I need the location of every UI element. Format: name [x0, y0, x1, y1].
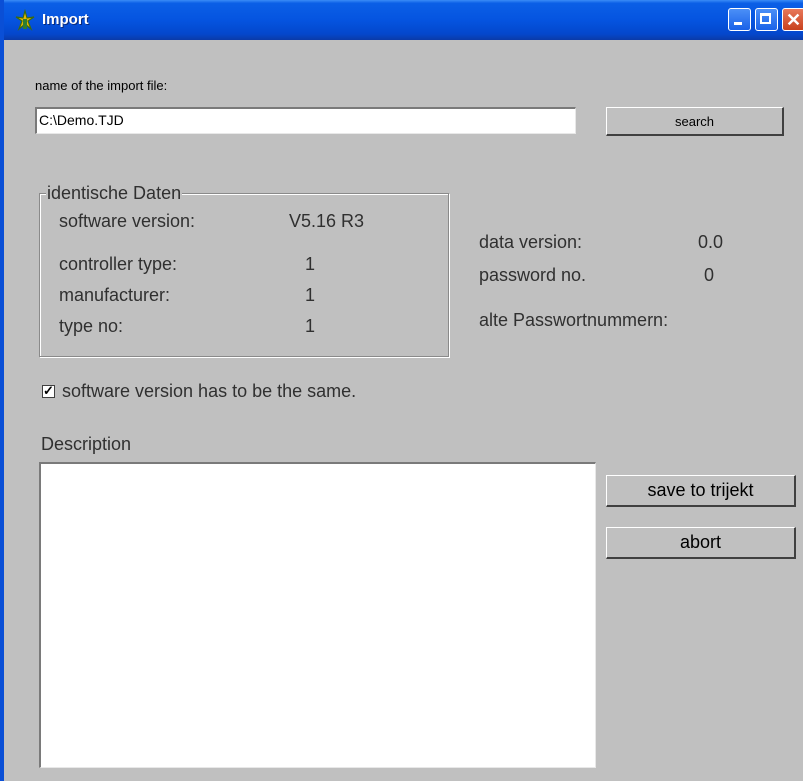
- password-label: password no.: [479, 265, 587, 285]
- data-version-value: 0.0: [698, 232, 724, 252]
- import-file-label: name of the import file:: [35, 78, 168, 93]
- minimize-icon: [734, 22, 742, 25]
- close-icon: ✕: [786, 10, 802, 30]
- password-value: 0: [704, 265, 715, 285]
- old-passwords-label: alte Passwortnummern:: [479, 310, 669, 330]
- type-no-label: type no:: [59, 316, 124, 336]
- abort-button[interactable]: abort: [606, 527, 796, 559]
- software-version-label: software version:: [59, 211, 196, 231]
- description-textarea[interactable]: [39, 462, 596, 768]
- save-to-trijekt-button[interactable]: save to trijekt: [606, 475, 796, 507]
- manufacturer-label: manufacturer:: [59, 285, 171, 305]
- data-version-label: data version:: [479, 232, 583, 252]
- identical-data-title: identische Daten: [46, 183, 183, 204]
- import-file-input[interactable]: C:\Demo.TJD: [35, 107, 576, 134]
- maximize-icon: [760, 13, 771, 24]
- same-version-checkbox[interactable]: ✓: [42, 383, 55, 398]
- import-window: Import ✕ name of the import file: C:\Dem…: [0, 0, 803, 781]
- manufacturer-value: 1: [305, 285, 316, 305]
- minimize-button[interactable]: [728, 8, 751, 31]
- controller-type-value: 1: [305, 254, 316, 274]
- controller-type-label: controller type:: [59, 254, 178, 274]
- checkmark-icon: ✓: [43, 383, 54, 398]
- window-title: Import: [42, 11, 89, 28]
- description-label: Description: [41, 434, 132, 454]
- software-version-value: V5.16 R3: [289, 211, 365, 231]
- search-button[interactable]: search: [606, 107, 784, 136]
- same-version-label[interactable]: software version has to be the same.: [62, 381, 356, 402]
- type-no-value: 1: [305, 316, 316, 336]
- maximize-button[interactable]: [755, 8, 778, 31]
- close-button[interactable]: ✕: [782, 8, 803, 31]
- title-bar[interactable]: Import ✕: [4, 0, 803, 40]
- app-icon: [15, 9, 35, 31]
